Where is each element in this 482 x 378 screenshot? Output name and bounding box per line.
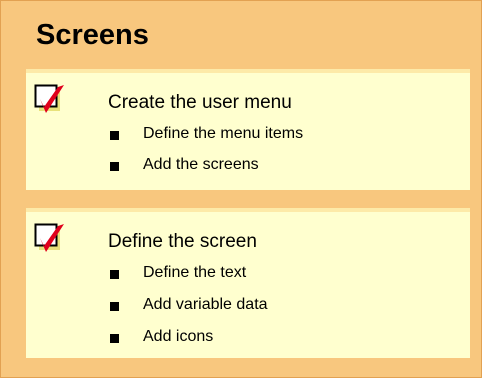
list-item-label: Define the text: [143, 264, 247, 281]
slide-frame: Screens Create the user menu Define the …: [0, 0, 482, 378]
square-bullet-icon: [110, 162, 119, 171]
square-bullet-icon: [110, 131, 119, 140]
page-title: Screens: [36, 19, 149, 51]
checkbox-tick-icon: [34, 223, 64, 252]
square-bullet-icon: [110, 302, 119, 311]
list-item-label: Add the screens: [143, 156, 259, 173]
list-item-label: Add icons: [143, 328, 214, 345]
section-create-user-menu: Create the user menu Define the menu ite…: [26, 73, 470, 190]
list-item-label: Define the menu items: [143, 125, 304, 142]
section-define-screen: Define the screen Define the text Add va…: [26, 212, 470, 358]
square-bullet-icon: [110, 334, 119, 343]
square-bullet-icon: [110, 270, 119, 279]
checkbox-tick-icon: [34, 84, 64, 113]
section-title: Define the screen: [108, 231, 257, 252]
list-item-label: Add variable data: [143, 296, 268, 313]
section-title: Create the user menu: [108, 92, 292, 113]
